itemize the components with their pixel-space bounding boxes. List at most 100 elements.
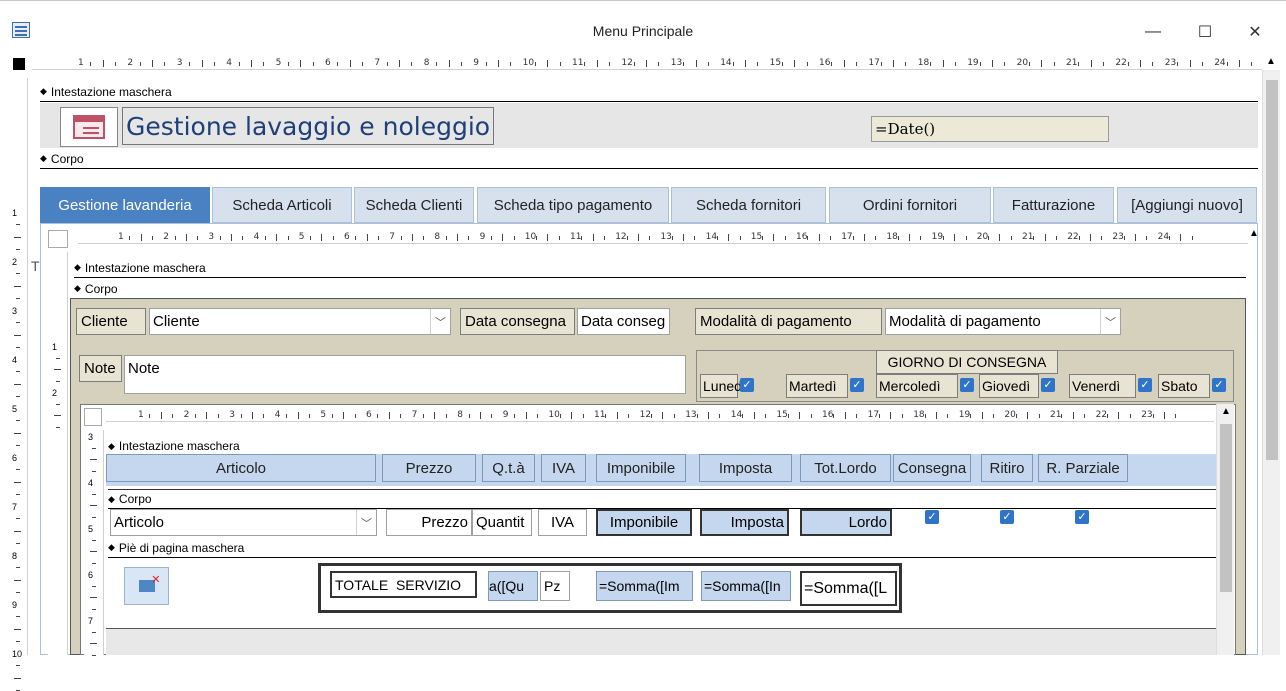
ruler-tick (14, 236, 21, 238)
form-header-section[interactable]: ◆ Intestazione maschera (40, 82, 1258, 102)
ruler-tick (806, 62, 808, 66)
articolo-combo[interactable]: Articolo ﹀ (110, 509, 377, 536)
minimize-button[interactable]: — (1130, 15, 1176, 49)
day-checkbox[interactable]: ✓ (850, 378, 864, 392)
close-button[interactable]: ✕ (1232, 15, 1278, 49)
day-label: Sbato (1158, 374, 1210, 398)
subform-header-section[interactable]: ◆ Intestazione maschera (74, 258, 1246, 278)
consegna-checkbox[interactable]: ✓ (925, 510, 939, 524)
ruler-tick (810, 414, 812, 418)
ruler-tick (321, 234, 323, 241)
quantita-field[interactable]: Quantit (472, 509, 532, 536)
subform-selector[interactable] (48, 230, 68, 248)
subform-body-section[interactable]: ◆ Corpo (74, 279, 1246, 299)
ruler-tick (831, 62, 833, 66)
prezzo-field[interactable]: Prezzo (386, 509, 472, 536)
ruler-tick (92, 608, 96, 610)
ruler-tick (695, 60, 697, 67)
ruler-tick (1146, 236, 1148, 240)
somma-imposta-field[interactable]: =Somma([In (701, 571, 791, 601)
ruler-tick (332, 236, 334, 240)
ruler-tick (979, 62, 981, 66)
pz-field[interactable]: Pz (540, 571, 570, 601)
ruler-tick (16, 493, 20, 495)
ruler-tick (206, 412, 208, 419)
ruler-tick (468, 414, 470, 418)
ruler-tick (92, 447, 96, 449)
ruler-tick (1038, 414, 1040, 418)
ruler-tick (460, 62, 462, 66)
ruler-tick (337, 62, 339, 66)
ruler-tick (547, 234, 549, 241)
ruler-tick (708, 412, 709, 419)
ruler-tick (54, 415, 61, 416)
pagamento-combo-value: Modalità di pagamento (889, 313, 1041, 330)
items-vertical-scrollbar[interactable]: ▲ (1216, 404, 1234, 655)
tab-fatturazione[interactable]: Fatturazione (993, 187, 1114, 223)
pagamento-combo[interactable]: Modalità di pagamento ﹀ (885, 308, 1121, 335)
ruler-tick (139, 62, 141, 66)
items-subform-selector[interactable] (84, 408, 102, 426)
ruler-number: 17 (841, 232, 853, 242)
tab-scheda-articoli[interactable]: Scheda Articoli (212, 187, 352, 223)
day-label: Martedì (786, 374, 848, 398)
tab-aggiungi-nuovo[interactable]: [Aggiungi nuovo] (1117, 187, 1257, 223)
maximize-button[interactable]: ☐ (1182, 15, 1228, 49)
day-checkbox[interactable]: ✓ (960, 378, 974, 392)
day-checkbox[interactable]: ✓ (740, 378, 754, 392)
ruler-number: 8 (457, 410, 463, 420)
ruler-number: 6 (325, 58, 331, 68)
ruler-number: 3 (208, 232, 215, 242)
ruler-tick (1084, 414, 1086, 418)
items-header-section[interactable]: ◆ Intestazione maschera (108, 436, 1216, 456)
scroll-up-icon[interactable]: ▲ (1217, 406, 1235, 420)
form-selector[interactable] (13, 58, 25, 70)
ritiro-checkbox[interactable]: ✓ (1000, 510, 1014, 524)
ruler-tick (616, 412, 618, 419)
imposta-field[interactable]: Imposta (700, 509, 789, 536)
somma-lordo-field[interactable]: =Somma([L (800, 571, 897, 606)
tab-scheda-clienti[interactable]: Scheda Clienti (354, 187, 474, 223)
chevron-down-icon[interactable]: ﹀ (356, 510, 376, 535)
parziale-checkbox[interactable]: ✓ (1075, 510, 1089, 524)
ruler-tick (400, 414, 402, 418)
day-checkbox[interactable]: ✓ (1041, 378, 1055, 392)
ruler-tick (411, 62, 413, 66)
ruler-tick (1152, 62, 1154, 66)
ruler-tick (172, 414, 174, 418)
ruler-tick (852, 236, 854, 240)
subform-scroll-up-icon[interactable]: ▲ (1246, 228, 1262, 242)
chevron-down-icon[interactable]: ﹀ (430, 309, 450, 334)
ruler-tick (1044, 234, 1046, 241)
form-body-section[interactable]: ◆ Corpo (40, 149, 1258, 169)
tab-scheda-fornitori[interactable]: Scheda fornitori (671, 187, 826, 223)
delete-record-button[interactable]: ✕ (124, 567, 169, 605)
note-field[interactable]: Note (124, 355, 686, 394)
items-body-section[interactable]: ◆ Corpo (108, 489, 1216, 509)
tab-scheda-tipo-pagamento[interactable]: Scheda tipo pagamento (477, 187, 669, 223)
tab-ordini-fornitori[interactable]: Ordini fornitori (829, 187, 991, 223)
day-checkbox[interactable]: ✓ (1138, 378, 1152, 392)
ruler-tick (514, 414, 516, 418)
tab-gestione-lavanderia[interactable]: Gestione lavanderia (40, 187, 210, 224)
ruler-tick (343, 412, 345, 419)
imponibile-field[interactable]: Imponibile (596, 509, 692, 536)
iva-field[interactable]: IVA (538, 509, 587, 536)
date-field[interactable]: =Date() (871, 116, 1109, 142)
outer-vertical-scrollbar[interactable] (1262, 70, 1280, 655)
lordo-field[interactable]: Lordo (800, 509, 892, 536)
ruler-number: 6 (366, 410, 372, 420)
scroll-up-icon[interactable]: ▲ (1262, 56, 1280, 70)
ruler-tick (920, 236, 922, 240)
items-footer-section[interactable]: ◆ Piè di pagina maschera (108, 538, 1216, 558)
somma-imponibile-field[interactable]: =Somma([Im (596, 571, 693, 601)
day-checkbox[interactable]: ✓ (1212, 378, 1226, 392)
ruler-tick (683, 62, 685, 66)
data-consegna-field[interactable]: Data conseg (577, 308, 670, 335)
cliente-combo[interactable]: Cliente ﹀ (149, 308, 451, 335)
ruler-number: 18 (913, 410, 925, 420)
ruler-number: 14 (720, 58, 732, 68)
chevron-down-icon[interactable]: ﹀ (1100, 309, 1120, 334)
somma-quantita-field[interactable]: a([Qu (488, 571, 538, 601)
ruler-tick (1152, 414, 1154, 418)
